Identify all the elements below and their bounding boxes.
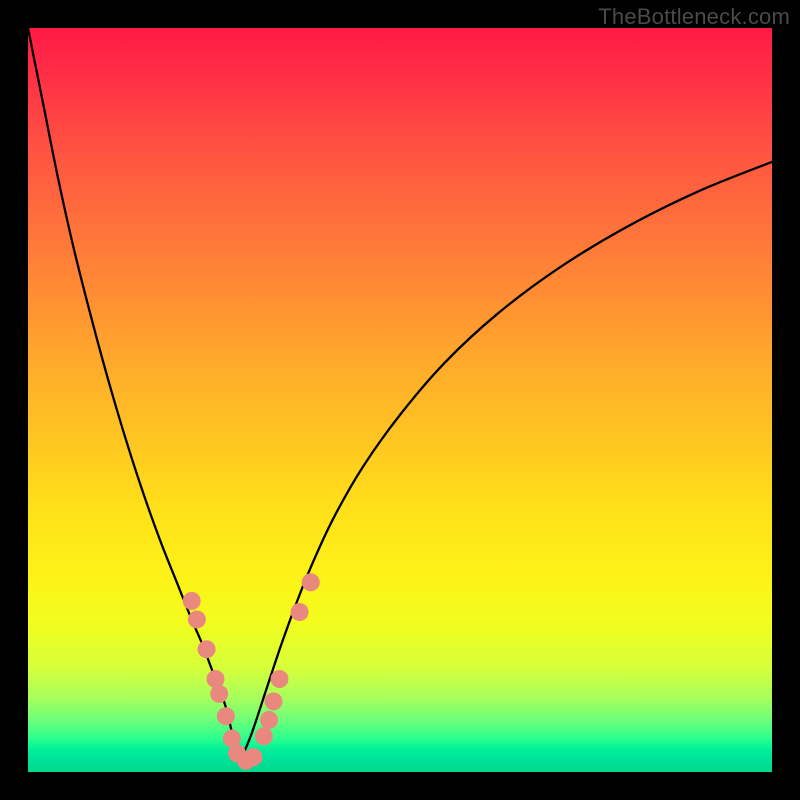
data-marker [210,685,228,703]
data-marker [217,707,235,725]
data-marker [260,711,278,729]
data-marker [183,592,201,610]
chart-stage: TheBottleneck.com [0,0,800,800]
curve-group [28,28,772,761]
data-marker [270,670,288,688]
data-marker [255,727,273,745]
data-marker [302,573,320,591]
watermark-text: TheBottleneck.com [598,4,790,30]
marker-group [183,573,320,770]
data-marker [198,640,216,658]
data-marker [244,748,262,766]
chart-svg [28,28,772,772]
data-marker [188,610,206,628]
chart-plot-area [28,28,772,772]
data-marker [265,692,283,710]
data-marker [291,603,309,621]
curve-right-branch [240,162,772,761]
